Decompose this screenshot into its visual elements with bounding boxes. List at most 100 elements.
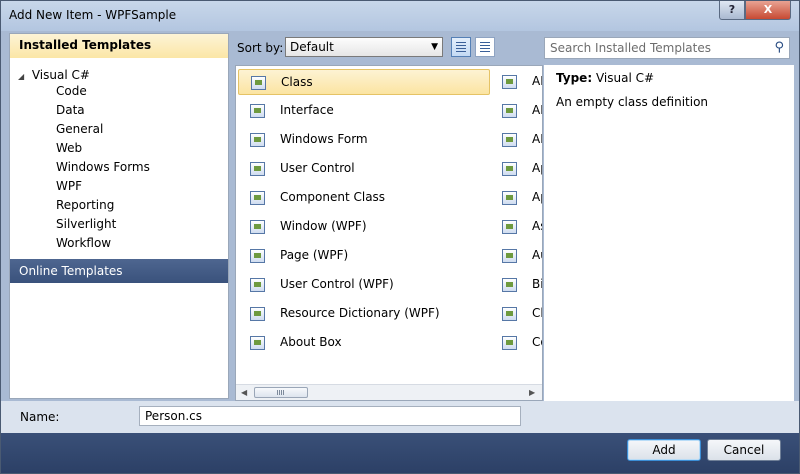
template-item[interactable]: AD (502, 98, 542, 124)
template-item[interactable]: User Control (238, 156, 490, 182)
search-input[interactable] (545, 38, 765, 58)
dropdown-arrow-icon: ▼ (431, 42, 438, 52)
online-templates-header[interactable]: Online Templates (10, 259, 228, 283)
sort-by-label: Sort by: (237, 41, 284, 55)
template-icon (502, 278, 517, 292)
scroll-left-icon[interactable]: ◀ (241, 388, 247, 397)
template-item[interactable]: Interface (238, 98, 490, 124)
template-icon (502, 104, 517, 118)
template-label: Ap (532, 161, 542, 175)
window-wpf-icon (250, 220, 265, 234)
template-item[interactable]: Class (238, 69, 490, 95)
search-box: ⚲ (544, 37, 790, 59)
template-icon (502, 336, 517, 350)
template-icon (502, 162, 517, 176)
page-wpf-icon (250, 249, 265, 263)
expand-arrow-icon[interactable]: ◢ (18, 68, 28, 85)
tree-item-data[interactable]: Data (56, 101, 85, 119)
template-item[interactable]: Page (WPF) (238, 243, 490, 269)
list-view-button[interactable] (451, 37, 471, 57)
template-label: Component Class (280, 190, 386, 204)
tree-root-label: Visual C# (31, 68, 90, 82)
name-input[interactable] (139, 406, 521, 426)
installed-templates-header[interactable]: Installed Templates (10, 34, 228, 58)
template-icon (502, 220, 517, 234)
cancel-button[interactable]: Cancel (707, 439, 781, 461)
tree-item-code[interactable]: Code (56, 82, 87, 100)
template-icon (502, 191, 517, 205)
template-item[interactable]: Component Class (238, 185, 490, 211)
template-label: Page (WPF) (280, 248, 349, 262)
template-label: Windows Form (280, 132, 368, 146)
template-label: Resource Dictionary (WPF) (280, 306, 440, 320)
template-details-pane: Type: Visual C# An empty class definitio… (544, 65, 794, 401)
class-icon (251, 76, 266, 90)
type-label: Type: (556, 71, 593, 85)
tree-item-silverlight[interactable]: Silverlight (56, 215, 116, 233)
template-label: User Control (280, 161, 355, 175)
template-item[interactable]: Resource Dictionary (WPF) (238, 301, 490, 327)
scroll-right-icon[interactable]: ▶ (529, 388, 535, 397)
user-control-wpf-icon (250, 278, 265, 292)
tree-item-workflow[interactable]: Workflow (56, 234, 111, 252)
about-box-icon (250, 336, 265, 350)
template-icon (502, 249, 517, 263)
template-label: Co (532, 335, 542, 349)
tree-item-wpf[interactable]: WPF (56, 177, 82, 195)
name-row: Name: (1, 401, 799, 433)
type-value: Visual C# (595, 71, 655, 85)
scroll-thumb[interactable] (254, 387, 308, 398)
windows-form-icon (250, 133, 265, 147)
template-categories-pane: Installed Templates ◢ Visual C# Code Data… (9, 33, 229, 399)
template-label: Class (281, 75, 313, 89)
component-class-icon (250, 191, 265, 205)
template-item[interactable]: Ap (502, 185, 542, 211)
tree-item-windows-forms[interactable]: Windows Forms (56, 158, 150, 176)
help-button[interactable]: ? (719, 1, 745, 20)
details-view-button[interactable] (475, 37, 495, 57)
dialog-footer: Add Cancel (1, 433, 799, 473)
template-label: Au (532, 248, 542, 262)
template-label: As (532, 219, 542, 233)
title-bar: Add New Item - WPFSample ? X (1, 1, 799, 31)
template-label: AD (532, 74, 542, 88)
close-button[interactable]: X (745, 1, 791, 20)
search-icon[interactable]: ⚲ (774, 40, 784, 55)
name-label: Name: (20, 410, 60, 424)
tree-item-web[interactable]: Web (56, 139, 82, 157)
template-label: About Box (280, 335, 342, 349)
window-title: Add New Item - WPFSample (9, 8, 177, 22)
template-item[interactable]: As (502, 214, 542, 240)
template-item[interactable]: Windows Form (238, 127, 490, 153)
sort-by-dropdown[interactable]: Default ▼ (285, 37, 443, 57)
template-icon (502, 133, 517, 147)
user-control-icon (250, 162, 265, 176)
template-icon (502, 75, 517, 89)
template-label: Window (WPF) (280, 219, 367, 233)
horizontal-scrollbar[interactable]: ◀ ▶ (236, 384, 542, 400)
tree-item-general[interactable]: General (56, 120, 103, 138)
template-item[interactable]: AD (502, 69, 542, 95)
template-item[interactable]: AD (502, 127, 542, 153)
list-view-icon (456, 42, 466, 52)
interface-icon (250, 104, 265, 118)
template-item[interactable]: Bit (502, 272, 542, 298)
template-list: Class Interface Windows Form User Control Co… (235, 65, 543, 401)
tree-item-reporting[interactable]: Reporting (56, 196, 114, 214)
add-button[interactable]: Add (627, 439, 701, 461)
details-view-icon (480, 42, 490, 52)
template-label: AD (532, 103, 542, 117)
template-label: User Control (WPF) (280, 277, 394, 291)
template-item[interactable]: About Box (238, 330, 490, 356)
type-line: Type: Visual C# (556, 71, 654, 85)
template-item[interactable]: User Control (WPF) (238, 272, 490, 298)
template-label: Bit (532, 277, 542, 291)
add-new-item-dialog: Add New Item - WPFSample ? X Installed T… (0, 0, 800, 474)
template-label: Cl (532, 306, 542, 320)
template-item[interactable]: Ap (502, 156, 542, 182)
template-item[interactable]: Window (WPF) (238, 214, 490, 240)
template-item[interactable]: Co (502, 330, 542, 356)
template-item[interactable]: Cl (502, 301, 542, 327)
template-item[interactable]: Au (502, 243, 542, 269)
resource-dictionary-icon (250, 307, 265, 321)
